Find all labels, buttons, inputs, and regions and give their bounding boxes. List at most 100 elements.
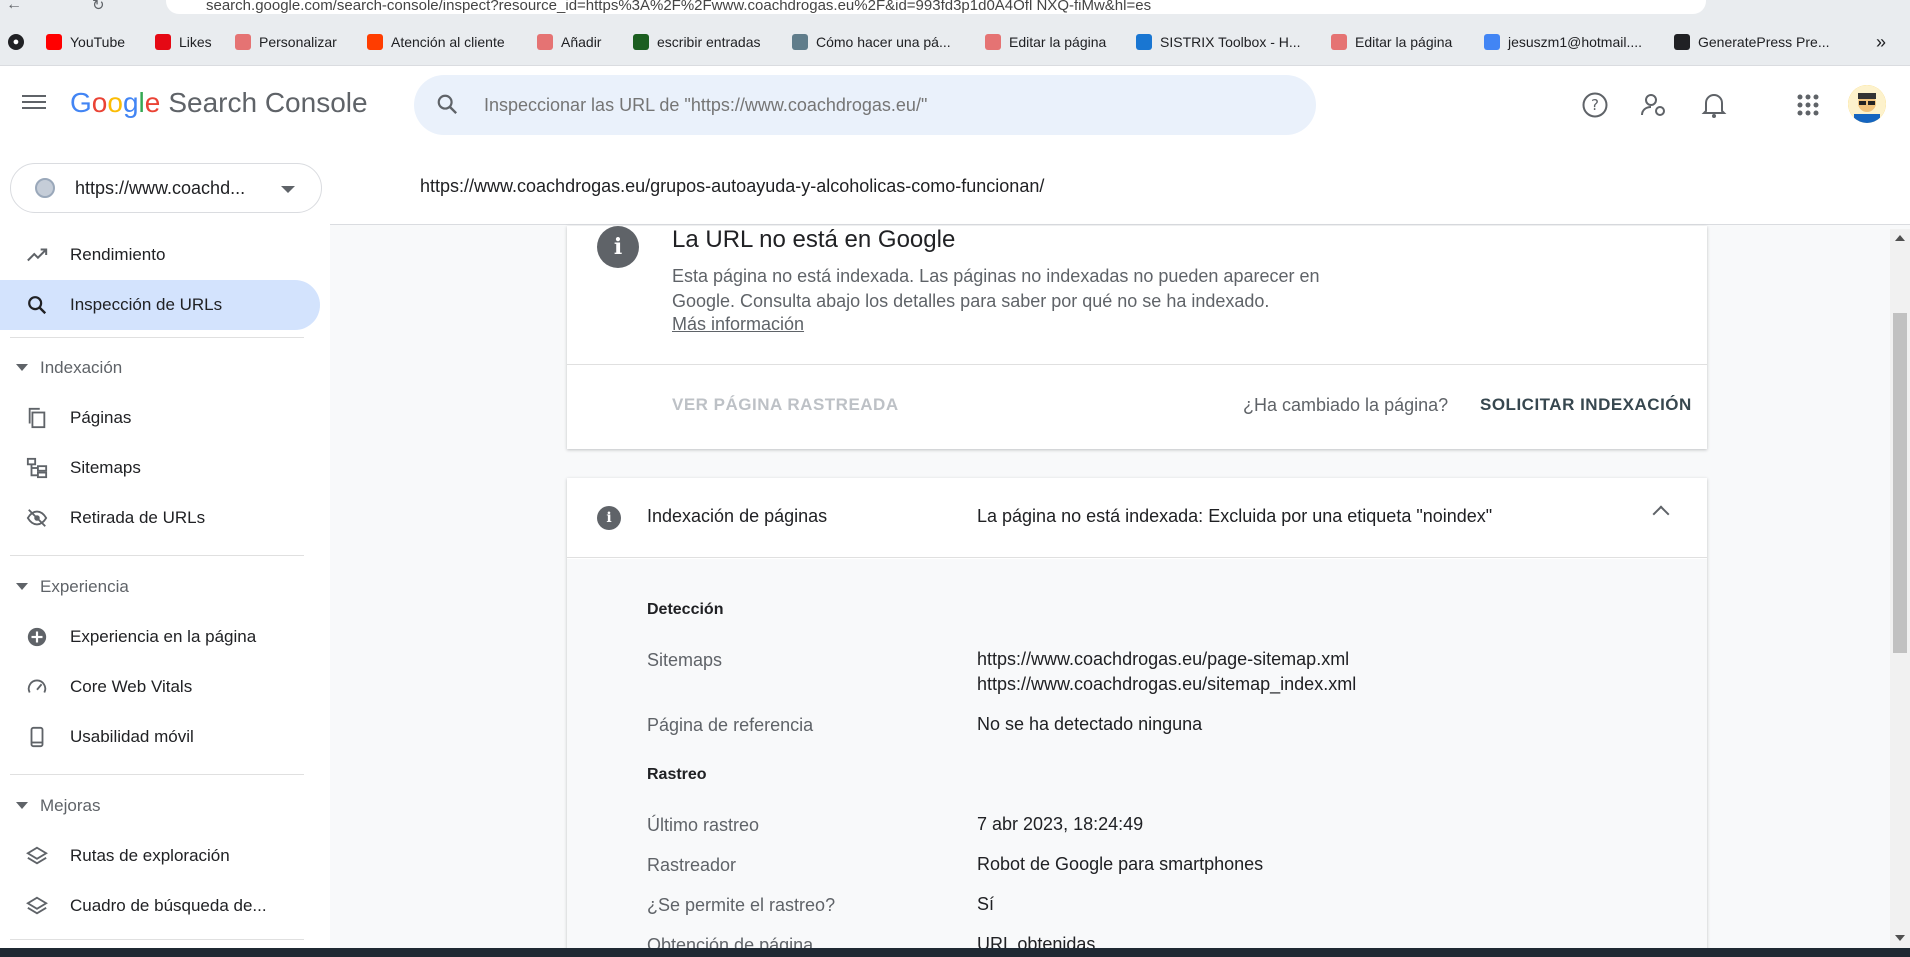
indexing-details: Detección Sitemaps https://www.coachdrog… [567,559,1707,957]
plus-circle-icon [27,627,47,647]
sidebar-item-paginas[interactable]: Páginas [0,393,320,443]
netflix-icon [155,34,171,50]
status-description: Esta página no está indexada. Las página… [672,266,1320,311]
search-icon [437,94,458,115]
section-mejoras[interactable]: Mejoras [0,786,320,826]
user-settings-icon[interactable] [1636,87,1672,123]
menu-icon[interactable] [22,91,46,115]
sidebar-item-usabilidad[interactable]: Usabilidad móvil [0,712,320,762]
bookmark-item[interactable]: Añadir [537,32,601,52]
view-crawled-page-button[interactable]: VER PÁGINA RASTREADA [672,395,899,415]
bookmarks-bar: ● YouTube Likes Personalizar Atención al cl… [0,18,1910,66]
bookmark-item[interactable]: YouTube [46,32,125,52]
crawl-allowed-key: ¿Se permite el rastreo? [647,895,836,915]
request-indexing-button[interactable]: SOLICITAR INDEXACIÓN [1480,395,1692,415]
more-info-link[interactable]: Más información [672,314,804,335]
section-experiencia[interactable]: Experiencia [0,567,320,607]
sidebar-item-label: Páginas [70,408,132,427]
avatar[interactable] [1848,85,1886,123]
bookmark-label: Editar la página [1009,34,1107,50]
globe-icon [35,178,55,198]
bookmark-label: YouTube [70,34,126,50]
bookmark-item[interactable]: Likes [155,32,212,52]
dollar-icon [633,34,649,50]
browser-toolbar: ← ↻ search.google.com/search-console/ins… [0,0,1910,18]
bookmark-item[interactable]: Editar la página [1331,32,1452,52]
bookmark-item[interactable]: Editar la página [985,32,1106,52]
image-icon [792,34,808,50]
bookmark-item[interactable]: escribir entradas [633,32,761,52]
sitemap-link[interactable]: https://www.coachdrogas.eu/page-sitemap.… [977,647,1349,672]
crawler-key: Rastreador [647,855,737,875]
section-indexacion[interactable]: Indexación [0,348,320,388]
property-selector[interactable]: https://www.coachd... [10,163,322,213]
help-icon[interactable]: ? [1577,87,1613,123]
bookmark-label: Cómo hacer una pá... [816,34,951,50]
brand-icon [367,34,383,50]
bookmark-item[interactable]: GeneratePress Pre... [1674,32,1830,52]
bookmark-label: escribir entradas [657,34,761,50]
indexing-status: La página no está indexada: Excluida por… [977,506,1493,526]
sidebar-item-rendimiento[interactable]: Rendimiento [0,230,320,280]
reload-icon[interactable]: ↻ [92,0,105,14]
address-bar[interactable]: search.google.com/search-console/inspect… [166,0,1706,14]
sidebar: https://www.coachd... Rendimiento Inspec… [0,143,330,957]
search-input[interactable] [484,91,1284,119]
sidebar-item-cuadro-busqueda[interactable]: Cuadro de búsqueda de... [0,881,320,931]
bookmark-item[interactable]: Atención al cliente [367,32,505,52]
sidebar-item-retirada[interactable]: Retirada de URLs [0,493,320,543]
bookmark-globe-icon[interactable]: ● [8,32,24,52]
sidebar-item-label: Sitemaps [70,458,141,477]
app-logo[interactable]: Google Search Console [70,87,368,119]
bookmarks-more-button[interactable]: » [1876,32,1886,52]
sidebar-item-inspeccion[interactable]: Inspección de URLs [0,280,320,330]
url-inspection-search[interactable] [414,75,1316,135]
bookmark-label: SISTRIX Toolbox - H... [1160,34,1301,50]
sidebar-item-label: Retirada de URLs [70,508,206,527]
last-crawl-key: Último rastreo [647,815,760,835]
address-text: search.google.com/search-console/inspect… [206,0,1152,14]
crawl-heading: Rastreo [647,766,707,783]
bookmark-item[interactable]: SISTRIX Toolbox - H... [1136,32,1301,52]
bookmark-label: jesuszm1@hotmail.... [1508,34,1643,50]
caret-down-icon [16,364,28,371]
page-icon [235,34,251,50]
notifications-bell-icon[interactable] [1696,87,1732,123]
sitemap-link[interactable]: https://www.coachdrogas.eu/sitemap_index… [977,672,1356,697]
bookmark-item[interactable]: Personalizar [235,32,337,52]
back-arrow-icon[interactable]: ← [6,0,22,14]
layers-icon [26,846,48,865]
eye-off-icon [26,509,48,527]
sidebar-item-label: Rendimiento [70,245,166,264]
bookmark-label: Atención al cliente [391,34,505,50]
chevron-up-icon[interactable] [1652,505,1670,523]
search-icon [28,296,47,315]
youtube-icon [46,34,62,50]
sidebar-divider [10,939,304,940]
bookmark-item[interactable]: Cómo hacer una pá... [792,32,951,52]
indexing-card-header[interactable]: i Indexación de páginas La página no est… [567,478,1707,558]
os-taskbar [0,948,1910,957]
sidebar-item-label: Inspección de URLs [70,295,223,314]
sidebar-item-experiencia-pagina[interactable]: Experiencia en la página [0,612,320,662]
status-title: La URL no está en Google [672,226,956,253]
last-crawl-value: 7 abr 2023, 18:24:49 [977,814,1144,834]
phone-icon [30,726,44,748]
indexing-card: i Indexación de páginas La página no est… [567,478,1707,957]
bookmark-label: Añadir [561,34,602,50]
layers-icon [26,896,48,915]
sidebar-item-rutas[interactable]: Rutas de exploración [0,831,320,881]
referring-key: Página de referencia [647,715,814,735]
scrollbar[interactable] [1890,229,1910,957]
sidebar-item-core-web-vitals[interactable]: Core Web Vitals [0,662,320,712]
bookmark-item[interactable]: jesuszm1@hotmail.... [1484,32,1642,52]
indexing-label: Indexación de páginas [647,506,828,526]
sidebar-item-sitemaps[interactable]: Sitemaps [0,443,320,493]
scroll-down-icon[interactable] [1895,935,1905,941]
magnifier-icon [1136,34,1152,50]
scrollbar-thumb[interactable] [1893,313,1907,653]
page-icon [1331,34,1347,50]
scroll-up-icon[interactable] [1895,235,1905,241]
apps-grid-icon[interactable] [1790,87,1826,123]
gauge-icon [27,679,47,693]
